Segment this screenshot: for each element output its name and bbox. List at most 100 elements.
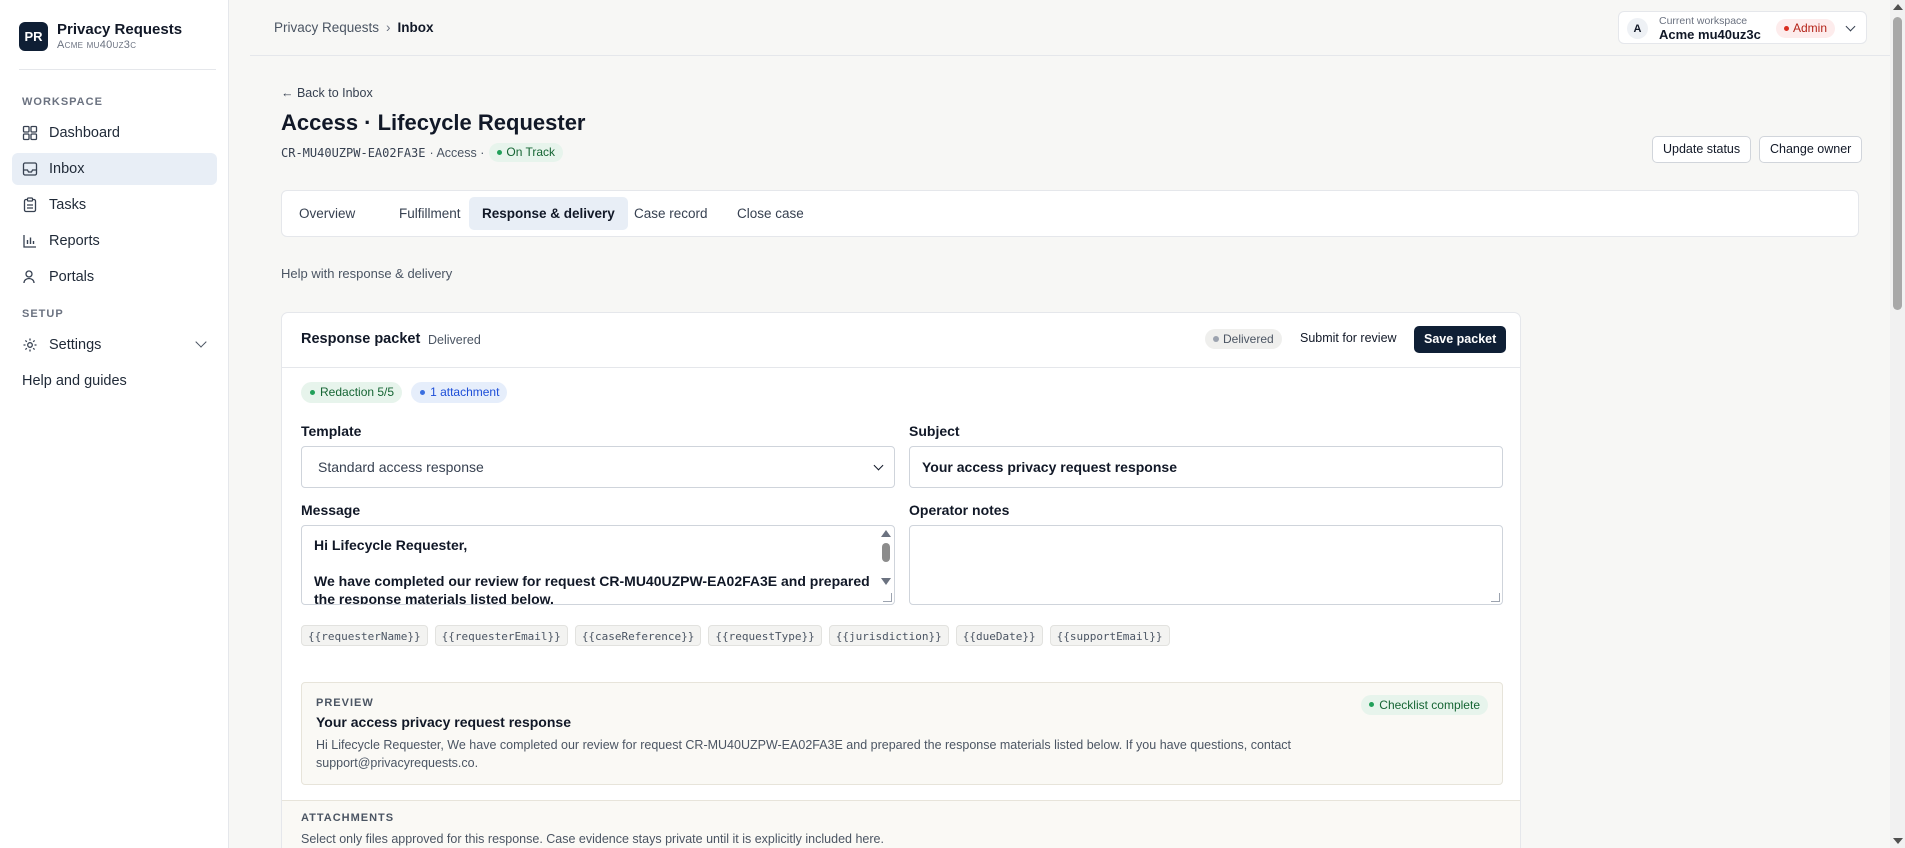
card-subtitle: Delivered xyxy=(428,333,481,347)
status-badge: On Track xyxy=(489,143,564,162)
token-request-type[interactable]: {{requestType}} xyxy=(708,625,822,646)
tab-close-case[interactable]: Close case xyxy=(724,197,817,230)
operator-notes-label: Operator notes xyxy=(909,502,1010,518)
change-owner-button[interactable]: Change owner xyxy=(1759,136,1863,163)
template-label: Template xyxy=(301,423,362,439)
preview-panel: PREVIEW Your access privacy request resp… xyxy=(301,682,1503,785)
scroll-thumb[interactable] xyxy=(1893,17,1902,310)
template-value: Standard access response xyxy=(318,459,484,475)
resize-handle-icon[interactable] xyxy=(1491,593,1500,602)
token-case-reference[interactable]: {{caseReference}} xyxy=(574,625,702,646)
subject-label: Subject xyxy=(909,423,960,439)
breadcrumb: Privacy Requests › Inbox xyxy=(274,20,434,35)
workspace-label: Current workspace xyxy=(1659,15,1748,27)
dashboard-icon xyxy=(22,125,38,141)
tab-overview[interactable]: Overview xyxy=(286,197,368,230)
sidebar-item-label: Settings xyxy=(49,337,102,353)
token-jurisdiction[interactable]: {{jurisdiction}} xyxy=(828,625,949,646)
preview-label: PREVIEW xyxy=(316,697,374,709)
scroll-up-icon[interactable] xyxy=(1893,4,1903,10)
redaction-badge: Redaction 5/5 xyxy=(301,382,403,403)
avatar: A xyxy=(1627,18,1648,39)
scroll-up-icon[interactable] xyxy=(881,530,891,537)
sidebar-item-label: Dashboard xyxy=(49,125,120,141)
chevron-down-icon xyxy=(873,460,884,471)
page-title: Access · Lifecycle Requester xyxy=(281,110,586,135)
bar-chart-icon xyxy=(22,233,38,249)
sidebar-item-dashboard[interactable]: Dashboard xyxy=(12,117,217,149)
save-packet-button[interactable]: Save packet xyxy=(1414,326,1507,353)
brand[interactable]: PR Privacy Requests Acme mu40uz3c xyxy=(19,21,182,52)
preview-subject: Your access privacy request response xyxy=(316,714,571,730)
brand-logo: PR xyxy=(19,22,48,51)
setup-section-label: SETUP xyxy=(22,308,64,320)
case-tabs: Overview Fulfillment Response & delivery… xyxy=(281,190,1859,237)
workspace-section-label: WORKSPACE xyxy=(22,96,103,108)
workspace-switcher[interactable]: A Current workspace Acme mu40uz3c Admin xyxy=(1618,11,1867,44)
case-meta: CR-MU40UZPW-EA02FA3E · Access · On Track xyxy=(281,143,564,162)
token-due-date[interactable]: {{dueDate}} xyxy=(955,625,1043,646)
sidebar-item-tasks[interactable]: Tasks xyxy=(12,189,217,221)
subject-input[interactable]: Your access privacy request response xyxy=(909,446,1503,488)
card-title: Response packet xyxy=(301,331,421,347)
sidebar-item-label: Reports xyxy=(49,233,100,249)
inbox-icon xyxy=(22,161,38,177)
tab-response-delivery[interactable]: Response & delivery xyxy=(469,197,628,230)
status-badge: Delivered xyxy=(1205,329,1282,349)
card-header: Response packet Delivered Delivered Subm… xyxy=(282,313,1520,368)
update-status-button[interactable]: Update status xyxy=(1652,136,1752,163)
gear-icon xyxy=(22,337,38,353)
preview-body: Hi Lifecycle Requester, We have complete… xyxy=(316,738,1292,770)
attachments-section: ATTACHMENTS Select only files approved f… xyxy=(282,800,1520,848)
sidebar-item-label: Inbox xyxy=(49,161,85,177)
template-select[interactable]: Standard access response xyxy=(301,446,895,488)
brand-subtitle: Acme mu40uz3c xyxy=(57,39,137,51)
message-label: Message xyxy=(301,502,361,518)
message-textarea[interactable]: Hi Lifecycle Requester, We have complete… xyxy=(301,525,895,605)
user-icon xyxy=(22,269,38,285)
brand-title: Privacy Requests xyxy=(57,21,183,38)
sidebar-item-inbox[interactable]: Inbox xyxy=(12,153,217,185)
back-to-inbox-link[interactable]: ← Back to Inbox xyxy=(281,86,373,100)
submit-for-review-button[interactable]: Submit for review xyxy=(1300,331,1397,345)
checklist-badge: Checklist complete xyxy=(1361,695,1488,715)
role-badge: Admin xyxy=(1776,19,1836,38)
tab-case-record[interactable]: Case record xyxy=(621,197,721,230)
resize-handle-icon[interactable] xyxy=(883,593,892,602)
merge-tokens: {{requesterName}} {{requesterEmail}} {{c… xyxy=(301,625,1177,646)
token-requester-name[interactable]: {{requesterName}} xyxy=(301,625,428,646)
sidebar-divider xyxy=(19,69,216,70)
top-bar: Privacy Requests › Inbox A Current workspa… xyxy=(250,0,1890,56)
scroll-down-icon[interactable] xyxy=(881,578,891,585)
chevron-down-icon xyxy=(195,336,207,348)
scroll-down-icon[interactable] xyxy=(1893,838,1903,844)
scroll-thumb[interactable] xyxy=(882,543,890,562)
case-reference: CR-MU40UZPW-EA02FA3E xyxy=(281,145,426,160)
clipboard-icon xyxy=(22,197,38,213)
chevron-down-icon xyxy=(1845,21,1856,32)
case-type: · Access · xyxy=(429,145,485,160)
attachments-label: ATTACHMENTS xyxy=(301,812,395,824)
packet-badges: Redaction 5/5 1 attachment xyxy=(301,382,516,403)
sidebar-item-portals[interactable]: Portals xyxy=(12,261,217,293)
page-scrollbar[interactable] xyxy=(1890,0,1905,848)
attachments-description: Select only files approved for this resp… xyxy=(301,832,884,846)
message-text: Hi Lifecycle Requester, We have complete… xyxy=(314,537,870,605)
response-packet-card: Response packet Delivered Delivered Subm… xyxy=(281,312,1521,848)
attachment-badge: 1 attachment xyxy=(411,382,508,403)
sidebar-item-label: Tasks xyxy=(49,197,87,213)
sidebar: PR Privacy Requests Acme mu40uz3c WORKSP… xyxy=(0,0,229,848)
help-text[interactable]: Help with response & delivery xyxy=(281,266,452,281)
operator-notes-textarea[interactable] xyxy=(909,525,1503,605)
breadcrumb-separator: › xyxy=(386,20,391,35)
token-requester-email[interactable]: {{requesterEmail}} xyxy=(434,625,568,646)
token-support-email[interactable]: {{supportEmail}} xyxy=(1049,625,1170,646)
sidebar-item-settings[interactable]: Settings xyxy=(12,329,217,361)
breadcrumb-root[interactable]: Privacy Requests xyxy=(274,20,379,35)
tab-fulfillment[interactable]: Fulfillment xyxy=(386,197,474,230)
sidebar-item-reports[interactable]: Reports xyxy=(12,225,217,257)
help-and-guides-link[interactable]: Help and guides xyxy=(22,373,127,389)
workspace-name: Acme mu40uz3c xyxy=(1659,27,1761,42)
breadcrumb-current: Inbox xyxy=(397,20,434,35)
sidebar-item-label: Portals xyxy=(49,269,95,285)
